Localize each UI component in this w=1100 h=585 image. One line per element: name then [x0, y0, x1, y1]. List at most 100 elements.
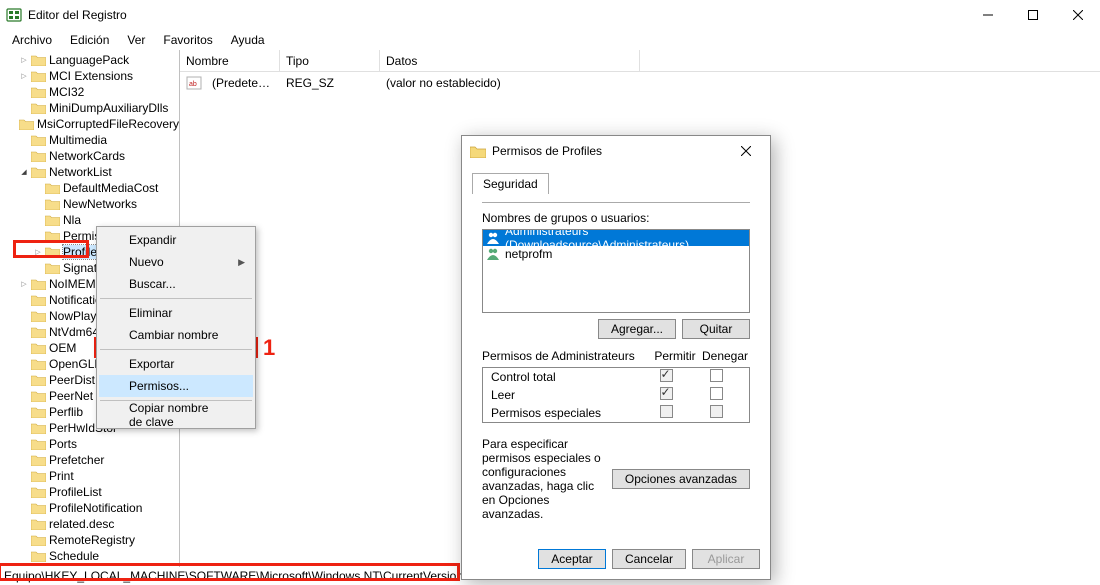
add-button[interactable]: Agregar... [598, 319, 676, 339]
context-menu-item[interactable]: Buscar... [99, 273, 253, 295]
expander-icon [18, 294, 30, 306]
folder-icon [45, 182, 60, 194]
maximize-button[interactable] [1010, 0, 1055, 30]
menu-favoritos[interactable]: Favoritos [155, 31, 220, 49]
tree-node[interactable]: ProfileNotification [0, 500, 179, 516]
annotation-1: 1 [263, 335, 275, 361]
allow-checkbox [660, 405, 673, 418]
tab-security[interactable]: Seguridad [472, 173, 549, 194]
expander-icon[interactable] [32, 246, 44, 258]
cancel-button[interactable]: Cancelar [612, 549, 686, 569]
expander-icon[interactable] [18, 70, 30, 82]
group-name: netprofm [505, 247, 552, 261]
deny-checkbox[interactable] [710, 369, 723, 382]
tree-node[interactable]: MCI32 [0, 84, 179, 100]
folder-icon [31, 518, 46, 530]
menu-archivo[interactable]: Archivo [4, 31, 60, 49]
context-menu-item[interactable]: Eliminar [99, 302, 253, 324]
advanced-button[interactable]: Opciones avanzadas [612, 469, 750, 489]
folder-icon [31, 470, 46, 482]
expander-icon [18, 310, 30, 322]
column-header[interactable]: Nombre [180, 50, 280, 71]
groups-listbox[interactable]: Administrateurs (Downloadsource\Administ… [482, 229, 750, 313]
ok-button[interactable]: Aceptar [538, 549, 606, 569]
tree-node[interactable]: DefaultMediaCost [0, 180, 179, 196]
folder-icon [31, 550, 46, 562]
apply-button[interactable]: Aplicar [692, 549, 760, 569]
menubar: ArchivoEdiciónVerFavoritosAyuda [0, 30, 1100, 50]
tree-node[interactable]: Print [0, 468, 179, 484]
expander-icon [18, 502, 30, 514]
tree-node[interactable]: NetworkCards [0, 148, 179, 164]
column-header[interactable]: Tipo [280, 50, 380, 71]
groups-label: Nombres de grupos o usuarios: [482, 211, 750, 225]
perm-name: Control total [491, 370, 641, 384]
advanced-text: Para especificar permisos especiales o c… [482, 437, 604, 521]
expander-icon[interactable] [18, 166, 30, 178]
folder-icon [31, 358, 46, 370]
tree-node[interactable]: Prefetcher [0, 452, 179, 468]
minimize-button[interactable] [965, 0, 1010, 30]
tree-node[interactable]: Ports [0, 436, 179, 452]
expander-icon [18, 86, 30, 98]
value-type: REG_SZ [280, 74, 380, 92]
menu-ver[interactable]: Ver [119, 31, 153, 49]
expander-icon[interactable] [18, 278, 30, 290]
dialog-title: Permisos de Profiles [492, 144, 602, 158]
tree-node[interactable]: MiniDumpAuxiliaryDlls [0, 100, 179, 116]
list-header[interactable]: NombreTipoDatos [180, 50, 1100, 72]
tree-node-label: Print [49, 469, 74, 483]
tree-node-label: NewNetworks [63, 197, 137, 211]
folder-icon [31, 326, 46, 338]
folder-icon [31, 54, 46, 66]
menu-ayuda[interactable]: Ayuda [223, 31, 273, 49]
tree-node[interactable]: ProfileList [0, 484, 179, 500]
context-menu-item[interactable]: Expandir [99, 229, 253, 251]
tree-node[interactable]: MsiCorruptedFileRecovery [0, 116, 179, 132]
tree-node[interactable]: RemoteRegistry [0, 532, 179, 548]
tree-node[interactable]: LanguagePack [0, 52, 179, 68]
context-menu-item[interactable]: Nuevo▶ [99, 251, 253, 273]
column-header[interactable]: Datos [380, 50, 640, 71]
expander-icon [18, 150, 30, 162]
context-menu-item[interactable]: Exportar [99, 353, 253, 375]
tree-node[interactable]: NewNetworks [0, 196, 179, 212]
tree-node[interactable]: related.desc [0, 516, 179, 532]
close-button[interactable] [1055, 0, 1100, 30]
context-menu-item[interactable]: Permisos... [99, 375, 253, 397]
expander-icon[interactable] [18, 54, 30, 66]
folder-icon [31, 278, 46, 290]
permissions-dialog: Permisos de Profiles Seguridad Nombres d… [461, 135, 771, 580]
perm-row: Permisos especiales [483, 404, 749, 422]
dialog-close-button[interactable] [726, 137, 766, 165]
tree-node[interactable]: Schedule [0, 548, 179, 564]
tree-node-label: NtVdm64 [49, 325, 99, 339]
expander-icon [18, 102, 30, 114]
folder-icon [31, 422, 46, 434]
tree-node-label: NetworkList [49, 165, 112, 179]
folder-icon [31, 150, 46, 162]
tree-node[interactable]: NetworkList [0, 164, 179, 180]
context-menu-item[interactable]: Cambiar nombre [99, 324, 253, 346]
menu-edición[interactable]: Edición [62, 31, 117, 49]
context-menu-item[interactable]: Copiar nombre de clave [99, 404, 253, 426]
perm-row: Control total [483, 368, 749, 386]
tree-node-label: Nla [63, 213, 81, 227]
expander-icon [18, 134, 30, 146]
tree-node[interactable]: Multimedia [0, 132, 179, 148]
context-menu: ExpandirNuevo▶Buscar... EliminarCambiar n… [96, 226, 256, 429]
folder-icon [45, 246, 60, 258]
expander-icon [32, 182, 44, 194]
perms-label: Permisos de Administrateurs [482, 349, 650, 363]
tree-node-label: Prefetcher [49, 453, 104, 467]
menu-separator [100, 349, 252, 350]
tree-node[interactable]: MCI Extensions [0, 68, 179, 84]
folder-icon [31, 438, 46, 450]
deny-checkbox[interactable] [710, 387, 723, 400]
list-row[interactable]: ab(Predeterminado)REG_SZ(valor no establ… [180, 72, 1100, 94]
remove-button[interactable]: Quitar [682, 319, 750, 339]
folder-icon [45, 262, 60, 274]
titlebar: Editor del Registro [0, 0, 1100, 30]
group-item[interactable]: Administrateurs (Downloadsource\Administ… [483, 230, 749, 246]
expander-icon [18, 342, 30, 354]
